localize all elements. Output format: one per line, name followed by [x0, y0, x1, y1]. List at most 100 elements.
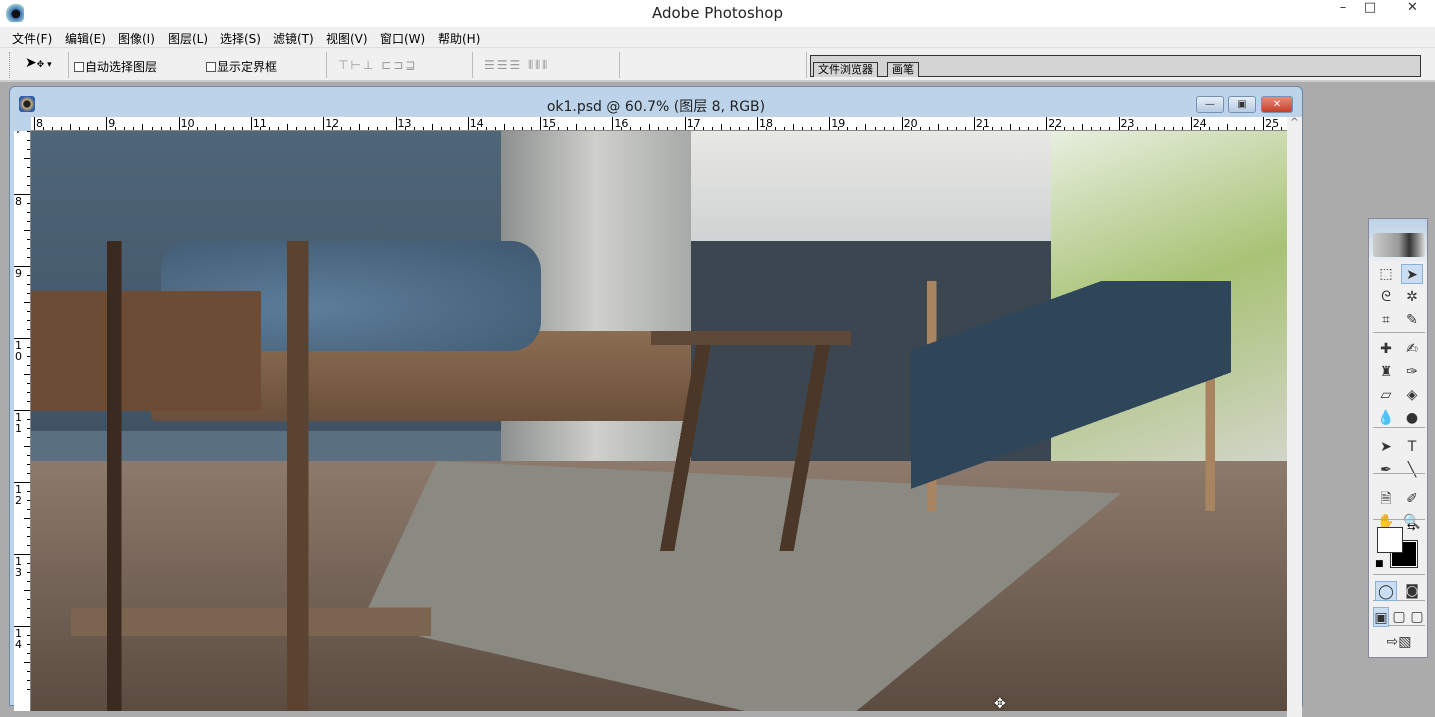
- ruler-tick: [928, 127, 930, 130]
- quick-mask-icon[interactable]: ◙: [1401, 581, 1423, 601]
- menu-window[interactable]: 窗口(W): [380, 30, 425, 47]
- ruler-tick: [874, 127, 876, 130]
- auto-select-layer-checkbox[interactable]: 自动选择图层: [74, 58, 157, 75]
- ruler-tick: [711, 127, 713, 130]
- screen-mode-full-menu-icon[interactable]: ▢: [1391, 607, 1407, 627]
- ruler-tick: [27, 509, 30, 510]
- toolbox-header[interactable]: [1369, 219, 1427, 261]
- options-grip[interactable]: [9, 52, 10, 78]
- tab-brushes[interactable]: 画笔: [887, 62, 919, 77]
- ruler-tick: [241, 127, 243, 130]
- healing-brush-tool-icon[interactable]: ✚: [1375, 339, 1397, 359]
- title-bar: Adobe Photoshop – □ ✕: [0, 0, 1435, 27]
- dodge-tool-icon[interactable]: ●: [1401, 408, 1423, 428]
- distribute-buttons[interactable]: ☰☰☰ ⫴⫴⫴: [484, 58, 549, 73]
- document-title: ok1.psd @ 60.7% (图层 8, RGB): [546, 99, 766, 115]
- move-tool-icon[interactable]: ➤: [1401, 264, 1423, 284]
- jump-to-imageready-icon[interactable]: ⇨▧: [1375, 632, 1423, 652]
- path-selection-tool-icon[interactable]: ➤: [1375, 437, 1397, 457]
- ruler-tick: [395, 117, 397, 130]
- screen-mode-standard-icon[interactable]: ▣: [1373, 607, 1389, 627]
- slice-tool-icon[interactable]: ✎: [1401, 310, 1423, 330]
- ruler-tick: [27, 140, 30, 141]
- history-brush-tool-icon[interactable]: ✑: [1401, 362, 1423, 382]
- ruler-tick: [630, 127, 632, 130]
- maximize-button[interactable]: □: [1355, 0, 1385, 20]
- ruler-tick: [268, 127, 270, 130]
- menu-help[interactable]: 帮助(H): [438, 30, 480, 47]
- menu-layer[interactable]: 图层(L): [168, 30, 208, 47]
- move-tool-preset-icon[interactable]: ➤✥ ▾: [25, 55, 52, 71]
- magic-wand-tool-icon[interactable]: ✲: [1401, 287, 1423, 307]
- scroll-up-arrow-icon[interactable]: ^: [1287, 117, 1302, 128]
- clone-stamp-tool-icon[interactable]: ♜: [1375, 362, 1397, 382]
- menu-view[interactable]: 视图(V): [326, 30, 368, 47]
- show-bounds-label: 显示定界框: [217, 60, 278, 74]
- ruler-tick: [115, 127, 117, 130]
- tab-file-browser[interactable]: 文件浏览器: [813, 62, 878, 77]
- lasso-tool-icon[interactable]: ᘓ: [1375, 287, 1397, 307]
- standard-mode-icon[interactable]: ◯: [1375, 581, 1397, 601]
- ruler-tick: [1145, 127, 1147, 130]
- ruler-tick: [133, 127, 135, 130]
- ruler-tick: [259, 127, 261, 130]
- ruler-tick: [1001, 127, 1003, 130]
- ruler-tick: [856, 127, 858, 130]
- minimize-button[interactable]: –: [1328, 0, 1358, 20]
- ruler-tick: [702, 127, 704, 130]
- ruler-label: 8: [15, 195, 22, 208]
- default-colors-icon[interactable]: ■: [1375, 559, 1384, 569]
- ruler-tick: [27, 401, 30, 402]
- ruler-tick: [422, 127, 424, 130]
- ruler-tick: [287, 124, 289, 130]
- show-bounding-box-checkbox[interactable]: 显示定界框: [206, 58, 277, 75]
- ruler-tick: [27, 419, 30, 420]
- ruler-tick: [1046, 117, 1048, 130]
- ruler-tick: [27, 221, 30, 222]
- ruler-tick: [603, 127, 605, 130]
- ruler-tick: [14, 410, 30, 411]
- menu-file[interactable]: 文件(F): [12, 30, 52, 47]
- eraser-tool-icon[interactable]: ▱: [1375, 385, 1397, 405]
- notes-tool-icon[interactable]: 🗎: [1375, 489, 1397, 509]
- brush-tool-icon[interactable]: ✍: [1401, 339, 1423, 359]
- ruler-tick: [621, 127, 623, 130]
- ruler-tick: [27, 572, 30, 573]
- toolbox-divider: [1373, 473, 1425, 474]
- menu-select[interactable]: 选择(S): [220, 30, 261, 47]
- image-canvas[interactable]: ✥: [31, 131, 1287, 711]
- align-buttons[interactable]: ⊤⊢⊥ ⊏⊐⊒: [338, 58, 417, 72]
- ruler-tick: [24, 446, 30, 447]
- eyedropper-tool-icon[interactable]: ✐: [1401, 489, 1423, 509]
- blur-tool-icon[interactable]: 💧: [1375, 408, 1397, 428]
- line-tool-icon[interactable]: ╲: [1401, 460, 1423, 480]
- menu-edit[interactable]: 编辑(E): [65, 30, 106, 47]
- doc-restore-button[interactable]: ▣: [1228, 96, 1256, 113]
- doc-minimize-button[interactable]: —: [1196, 96, 1224, 113]
- ruler-tick: [1127, 127, 1129, 130]
- palette-well: 文件浏览器 画笔: [810, 55, 1421, 77]
- pen-tool-icon[interactable]: ✒: [1375, 460, 1397, 480]
- ruler-tick: [34, 117, 35, 130]
- foreground-color-swatch[interactable]: [1377, 527, 1403, 553]
- menu-filter[interactable]: 滤镜(T): [273, 30, 314, 47]
- screen-mode-full-icon[interactable]: ▢: [1409, 607, 1425, 627]
- swap-colors-icon[interactable]: ⇆: [1407, 522, 1415, 533]
- ruler-tick: [549, 127, 551, 130]
- ruler-tick: [27, 653, 30, 654]
- rectangular-marquee-tool-icon[interactable]: ⬚: [1375, 264, 1397, 284]
- ruler-tick: [27, 500, 30, 501]
- vertical-scrollbar[interactable]: ^: [1287, 117, 1302, 717]
- crop-tool-icon[interactable]: ⌗: [1375, 310, 1397, 330]
- ruler-tick: [757, 117, 758, 130]
- ruler-tick: [404, 127, 406, 130]
- divider: [326, 52, 327, 78]
- ruler-tick: [314, 127, 316, 130]
- close-button[interactable]: ✕: [1390, 0, 1435, 20]
- menu-image[interactable]: 图像(I): [118, 30, 155, 47]
- type-tool-icon[interactable]: T: [1401, 437, 1423, 457]
- ruler-tick: [24, 230, 30, 231]
- paint-bucket-tool-icon[interactable]: ◈: [1401, 385, 1423, 405]
- ruler-tick: [675, 127, 677, 130]
- doc-close-button[interactable]: ✕: [1261, 96, 1293, 113]
